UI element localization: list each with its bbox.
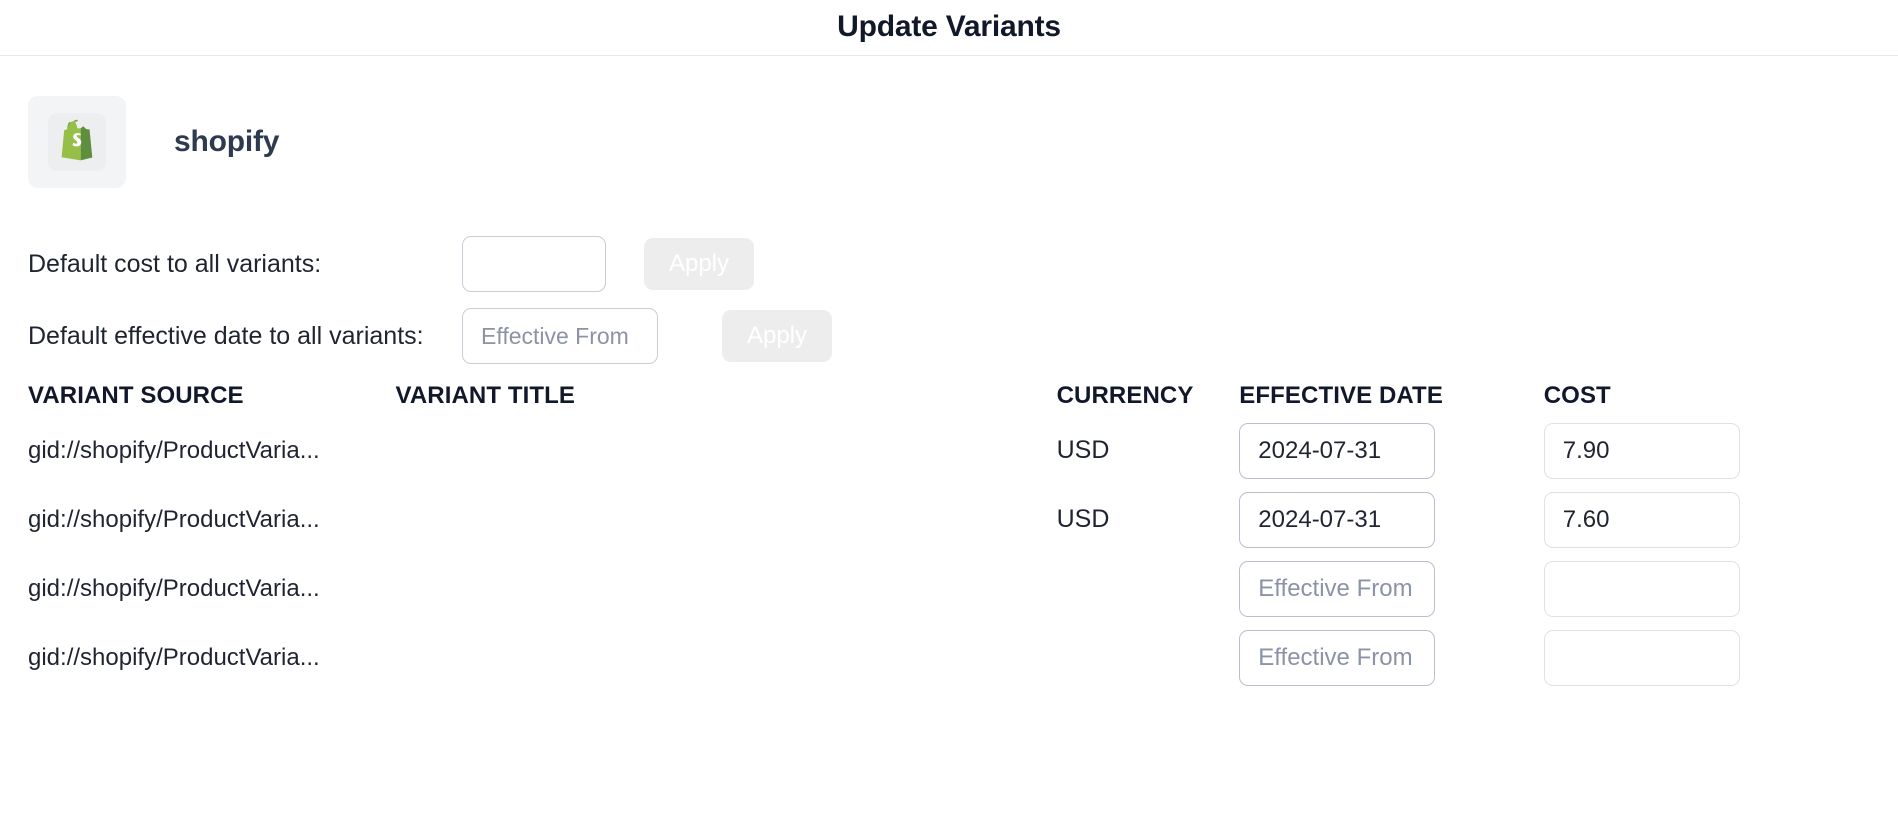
provider-row: shopify bbox=[28, 96, 1870, 188]
provider-logo-inner bbox=[48, 113, 106, 171]
variants-table-head: VARIANT SOURCE VARIANT TITLE CURRENCY EF… bbox=[28, 382, 1870, 416]
variant-source-value: gid://shopify/ProductVaria... bbox=[28, 436, 320, 464]
variants-table-body: gid://shopify/ProductVaria... USD gid://… bbox=[28, 416, 1870, 692]
variant-source-value: gid://shopify/ProductVaria... bbox=[28, 643, 320, 671]
variant-cost-input[interactable] bbox=[1543, 629, 1740, 686]
variant-effective-date-input[interactable] bbox=[1239, 491, 1436, 548]
apply-default-cost-button[interactable]: Apply bbox=[644, 238, 754, 290]
default-date-label: Default effective date to all variants: bbox=[28, 321, 424, 350]
modal-header: Update Variants bbox=[0, 0, 1898, 56]
table-row: gid://shopify/ProductVaria... USD bbox=[28, 416, 1870, 485]
default-cost-row: Default cost to all variants: Apply bbox=[28, 236, 1870, 292]
apply-default-date-button[interactable]: Apply bbox=[722, 310, 832, 362]
shopify-bag-icon bbox=[58, 119, 96, 166]
column-header-effective-date: EFFECTIVE DATE bbox=[1239, 382, 1443, 409]
variants-table: VARIANT SOURCE VARIANT TITLE CURRENCY EF… bbox=[28, 382, 1870, 692]
column-header-cost: COST bbox=[1543, 382, 1611, 409]
variant-effective-date-input[interactable] bbox=[1239, 560, 1436, 617]
column-header-currency: CURRENCY bbox=[1056, 382, 1194, 409]
column-header-variant-title: VARIANT TITLE bbox=[395, 382, 576, 409]
page-title: Update Variants bbox=[837, 9, 1061, 43]
variant-currency-value: USD bbox=[1056, 436, 1110, 464]
default-date-row: Default effective date to all variants: … bbox=[28, 308, 1870, 364]
default-cost-input[interactable] bbox=[462, 236, 606, 292]
variant-effective-date-input[interactable] bbox=[1239, 422, 1436, 479]
variant-effective-date-input[interactable] bbox=[1239, 629, 1436, 686]
default-cost-label: Default cost to all variants: bbox=[28, 249, 322, 278]
modal-body: shopify Default cost to all variants: Ap… bbox=[0, 96, 1898, 692]
variant-currency-value: USD bbox=[1056, 505, 1110, 533]
table-row: gid://shopify/ProductVaria... bbox=[28, 554, 1870, 623]
variant-cost-input[interactable] bbox=[1543, 422, 1740, 479]
table-row: gid://shopify/ProductVaria... USD bbox=[28, 485, 1870, 554]
default-effective-date-input[interactable] bbox=[462, 308, 658, 364]
provider-logo-box bbox=[28, 96, 126, 188]
variant-cost-input[interactable] bbox=[1543, 491, 1740, 548]
variant-source-value: gid://shopify/ProductVaria... bbox=[28, 505, 320, 533]
column-header-variant-source: VARIANT SOURCE bbox=[28, 382, 244, 409]
table-header-row: VARIANT SOURCE VARIANT TITLE CURRENCY EF… bbox=[28, 382, 1870, 416]
variant-cost-input[interactable] bbox=[1543, 560, 1740, 617]
variant-source-value: gid://shopify/ProductVaria... bbox=[28, 574, 320, 602]
table-row: gid://shopify/ProductVaria... bbox=[28, 623, 1870, 692]
provider-name: shopify bbox=[174, 125, 280, 158]
